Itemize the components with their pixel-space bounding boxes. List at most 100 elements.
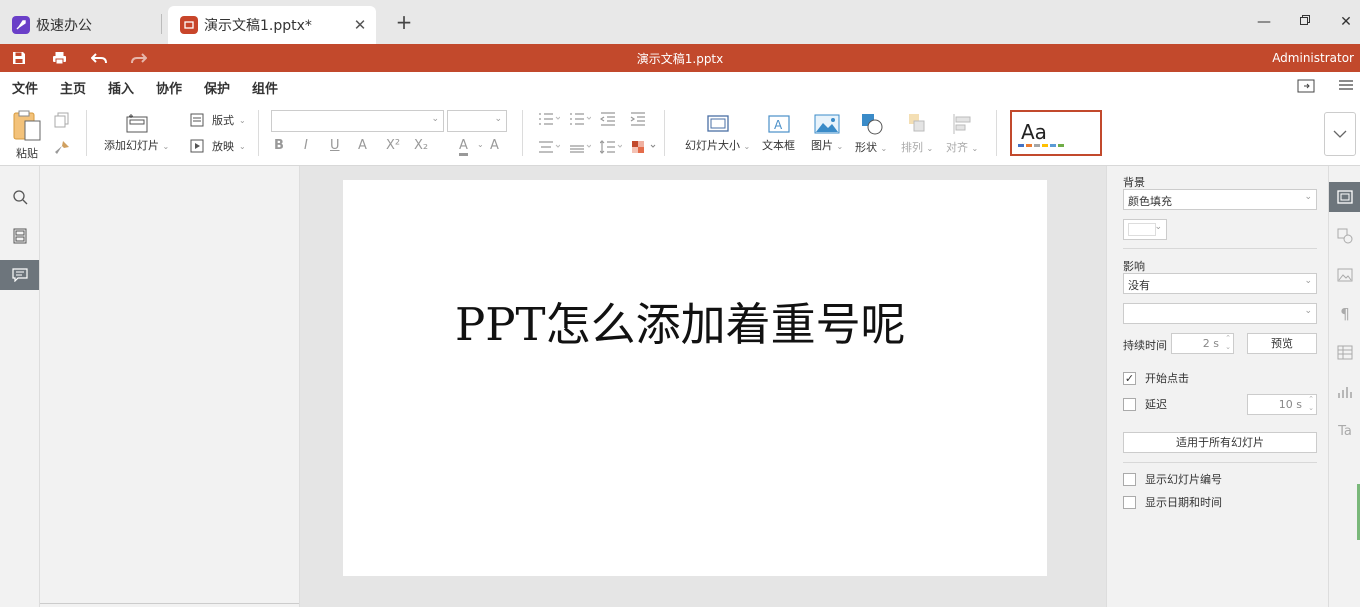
- minimize-icon[interactable]: —: [1254, 12, 1274, 32]
- textbox-button[interactable]: A 文本框: [762, 114, 795, 153]
- preview-button[interactable]: 预览: [1247, 333, 1317, 354]
- decrease-indent-icon[interactable]: [600, 112, 616, 126]
- format-painter-button[interactable]: [54, 140, 70, 156]
- arrange-label: 排列: [901, 141, 923, 154]
- right-icon-strip: ¶ Ta: [1328, 166, 1360, 607]
- menu-plugins[interactable]: 组件: [252, 78, 278, 97]
- open-location-icon[interactable]: [1297, 78, 1315, 96]
- shape-settings-icon[interactable]: [1329, 221, 1360, 251]
- slide-size-button[interactable]: 幻灯片大小 ⌄: [685, 114, 750, 153]
- vertical-align-icon[interactable]: [569, 140, 591, 154]
- text-art-settings-icon[interactable]: Ta: [1329, 416, 1360, 446]
- superscript-icon[interactable]: X²: [386, 138, 400, 153]
- restore-icon[interactable]: [1295, 12, 1315, 32]
- document-title: 演示文稿1.pptx: [636, 52, 724, 66]
- align-text-icon[interactable]: [538, 140, 560, 154]
- ribbon-divider: [996, 110, 997, 156]
- show-slide-number-checkbox[interactable]: 显示幻灯片编号: [1123, 471, 1222, 487]
- shape-button[interactable]: 形状 ⌄: [855, 112, 887, 155]
- chevron-down-icon[interactable]: ⌄: [477, 140, 484, 149]
- paragraph-settings-icon[interactable]: ¶: [1329, 299, 1360, 329]
- hamburger-menu-icon[interactable]: [1338, 78, 1356, 96]
- table-settings-icon[interactable]: [1329, 338, 1360, 368]
- strikethrough-icon[interactable]: A: [358, 138, 367, 153]
- add-slide-button[interactable]: 添加幻灯片 ⌄: [104, 112, 169, 153]
- image-settings-icon[interactable]: [1329, 260, 1360, 290]
- effect-option-select[interactable]: ⌄: [1123, 303, 1317, 324]
- fill-type-select[interactable]: 颜色填充 ⌄: [1123, 189, 1317, 210]
- align-label: 对齐: [946, 141, 968, 154]
- shape-fill-icon[interactable]: [631, 140, 657, 154]
- slide-settings-icon[interactable]: [1329, 182, 1360, 212]
- numbered-list-icon[interactable]: [569, 112, 591, 126]
- menu-bar: 文件 主页 插入 协作 保护 组件: [0, 72, 1360, 104]
- slide-canvas: PPT怎么添加着重号呢: [300, 166, 1106, 607]
- menu-file[interactable]: 文件: [12, 78, 38, 97]
- tab-document[interactable]: 演示文稿1.pptx* ✕: [168, 6, 376, 44]
- ribbon-divider: [522, 110, 523, 156]
- tab-strip: 极速办公 演示文稿1.pptx* ✕ + — ✕: [0, 0, 1360, 44]
- font-size-select[interactable]: ⌄: [447, 110, 507, 132]
- chart-settings-icon[interactable]: [1329, 377, 1360, 407]
- delay-checkbox[interactable]: 延迟: [1123, 396, 1167, 412]
- font-color-icon[interactable]: A: [459, 138, 468, 156]
- apply-to-all-button[interactable]: 适用于所有幻灯片: [1123, 432, 1317, 453]
- chevron-down-icon[interactable]: [1324, 112, 1356, 156]
- underline-icon[interactable]: U: [330, 138, 340, 153]
- slide-settings-panel: 背景 颜色填充 ⌄ ⌄ 影响 没有 ⌄ ⌄ 持续时间 2 s ⌃ ⌄ 预览 ✓ 开…: [1106, 166, 1328, 607]
- show-datetime-checkbox[interactable]: 显示日期和时间: [1123, 494, 1222, 510]
- menu-collaborate[interactable]: 协作: [156, 78, 182, 97]
- slide-size-icon: [706, 115, 729, 132]
- theme-color-bars: [1018, 144, 1064, 147]
- slide-title-text[interactable]: PPT怎么添加着重号呢: [455, 288, 906, 353]
- panel-divider: [1123, 462, 1317, 463]
- user-name[interactable]: Administrator: [1272, 51, 1354, 65]
- picture-label: 图片: [811, 139, 833, 152]
- align-button[interactable]: 对齐 ⌄: [946, 112, 978, 155]
- slideshow-button[interactable]: 放映 ⌄: [190, 138, 246, 154]
- copy-button[interactable]: [54, 112, 70, 128]
- menu-protect[interactable]: 保护: [204, 78, 230, 97]
- slides-panel-icon[interactable]: [0, 221, 39, 251]
- search-icon[interactable]: [0, 182, 39, 212]
- paste-icon: [13, 110, 41, 141]
- duration-stepper[interactable]: 2 s ⌃ ⌄: [1171, 333, 1234, 354]
- ribbon-toolbar: 粘贴 添加幻灯片 ⌄ 版式 ⌄ 放映 ⌄ ⌄ ⌄ B I U A X² X₂ A…: [0, 100, 1360, 166]
- menu-home[interactable]: 主页: [60, 78, 87, 104]
- increase-indent-icon[interactable]: [630, 112, 646, 126]
- brush-icon: [55, 141, 69, 154]
- window-close-icon[interactable]: ✕: [1336, 12, 1356, 32]
- slide[interactable]: PPT怎么添加着重号呢: [343, 180, 1047, 576]
- stepper-arrows-icon[interactable]: ⌃ ⌄: [1308, 395, 1314, 413]
- tab-home[interactable]: 极速办公: [0, 6, 160, 44]
- menu-insert[interactable]: 插入: [108, 78, 134, 97]
- start-on-click-checkbox[interactable]: ✓ 开始点击: [1123, 370, 1189, 386]
- delay-stepper[interactable]: 10 s ⌃ ⌄: [1247, 394, 1317, 415]
- add-slide-icon: [126, 114, 148, 133]
- chevron-down-icon: ⌄: [1304, 192, 1312, 202]
- new-tab-button[interactable]: +: [394, 12, 414, 32]
- color-swatch: [1128, 223, 1156, 236]
- stepper-arrows-icon[interactable]: ⌃ ⌄: [1225, 334, 1231, 352]
- clear-format-icon[interactable]: A: [490, 138, 499, 153]
- ribbon-divider: [86, 110, 87, 156]
- font-name-select[interactable]: ⌄: [271, 110, 444, 132]
- arrange-button[interactable]: 排列 ⌄: [901, 112, 933, 155]
- italic-icon[interactable]: I: [304, 138, 308, 153]
- theme-preview[interactable]: Aa: [1010, 110, 1102, 156]
- subscript-icon[interactable]: X₂: [414, 138, 428, 153]
- picture-button[interactable]: 图片 ⌄: [811, 114, 843, 153]
- play-icon: [190, 139, 204, 153]
- add-slide-label: 添加幻灯片: [104, 139, 159, 152]
- paste-label: 粘贴: [16, 147, 38, 160]
- theme-preview-text: Aa: [1021, 120, 1047, 144]
- comments-icon[interactable]: [0, 260, 39, 290]
- bold-icon[interactable]: B: [274, 138, 284, 153]
- fill-color-picker[interactable]: ⌄: [1123, 219, 1167, 240]
- line-spacing-icon[interactable]: [600, 140, 622, 154]
- paste-button[interactable]: 粘贴: [12, 110, 42, 161]
- bullet-list-icon[interactable]: [538, 112, 560, 126]
- close-icon[interactable]: ✕: [352, 16, 368, 34]
- effect-select[interactable]: 没有 ⌄: [1123, 273, 1317, 294]
- layout-button[interactable]: 版式 ⌄: [190, 112, 246, 128]
